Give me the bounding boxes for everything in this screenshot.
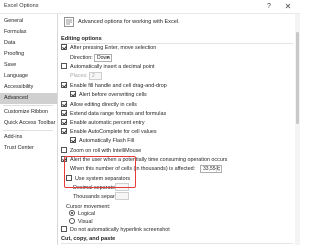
extend-formats-checkbox[interactable]: Extend data range formats and formulas [61,110,167,119]
direction-dropdown[interactable]: Down ▼ [94,54,112,62]
visual-label: Visual [78,219,93,225]
after-enter-label: After pressing Enter, move selection [70,45,157,51]
sidebar-item-general[interactable]: General [0,16,57,27]
window-title: Excel Options [4,3,39,9]
alert-overwrite-checkbox[interactable]: Alert before overwriting cells [70,91,147,100]
sidebar-item-customize-ribbon[interactable]: Customize Ribbon [0,107,57,118]
checkbox-box[interactable] [61,82,67,88]
chevron-down-icon: ▼ [105,55,110,60]
scrollbar-thumb[interactable] [296,32,299,124]
no-hyperlink-label: Do not automatically hyperlink screensho… [70,227,170,233]
sidebar-divider [3,105,53,106]
allow-editing-checkbox[interactable]: Allow editing directly in cells [61,101,137,110]
section-divider [61,243,293,244]
sidebar-item-proofing[interactable]: Proofing [0,49,57,60]
section-title-cut-copy: Cut, copy, and paste [61,236,116,242]
title-bar: Excel Options ? ✕ [0,0,300,14]
checkbox-box[interactable] [61,119,67,125]
section-title-editing: Editing options [61,36,102,42]
sidebar-item-trust-center[interactable]: Trust Center [0,143,57,154]
fill-handle-label: Enable fill handle and cell drag-and-dro… [70,83,167,89]
checkbox-box[interactable] [61,63,67,69]
autocomplete-checkbox[interactable]: Enable AutoComplete for cell values [61,128,157,137]
content-scrollbar[interactable] [295,14,300,245]
thousands-separator-input[interactable] [115,192,129,200]
zoom-roll-checkbox[interactable]: Zoom on roll with IntelliMouse [61,147,142,156]
auto-decimal-checkbox[interactable]: Automatically insert a decimal point [61,63,155,72]
places-input[interactable]: 2 [89,72,102,80]
flash-fill-label: Automatically Flash Fill [79,138,135,144]
direction-label: Direction: [70,55,93,61]
sidebar-item-data[interactable]: Data [0,38,57,49]
checkbox-box[interactable] [61,101,67,107]
sidebar-item-advanced[interactable]: Advanced [0,93,57,104]
sidebar-item-quick-access-toolbar[interactable]: Quick Access Toolbar [0,118,57,129]
places-label: Places: [70,73,88,79]
page-header: Advanced options for working with Excel. [78,19,180,25]
sidebar-item-add-ins[interactable]: Add-ins [0,132,57,143]
spinner-arrows-icon[interactable]: ▲ ▼ [216,166,221,172]
zoom-roll-label: Zoom on roll with IntelliMouse [70,148,142,154]
checkbox-box[interactable] [61,226,67,232]
allow-editing-label: Allow editing directly in cells [70,102,137,108]
radio-circle[interactable] [69,218,75,224]
checkbox-box[interactable] [61,44,67,50]
extend-formats-label: Extend data range formats and formulas [70,111,167,117]
alert-overwrite-label: Alert before overwriting cells [79,92,147,98]
sidebar-item-formulas[interactable]: Formulas [0,27,57,38]
fill-handle-checkbox[interactable]: Enable fill handle and cell drag-and-dro… [61,82,167,91]
auto-percent-checkbox[interactable]: Enable automatic percent entry [61,119,145,128]
close-button[interactable]: ✕ [282,2,294,12]
autocomplete-label: Enable AutoComplete for cell values [70,129,157,135]
checkbox-box[interactable] [70,137,76,143]
help-button[interactable]: ? [264,2,274,12]
sidebar-item-accessibility[interactable]: Accessibility [0,82,57,93]
checkbox-box[interactable] [61,147,67,153]
cells-thousands-input[interactable]: 33,554 ▲ ▼ [200,165,222,173]
sidebar-divider [3,130,53,131]
checkbox-box[interactable] [61,128,67,134]
red-highlight-box [64,156,136,188]
visual-radio[interactable]: Visual [69,218,93,227]
checkbox-box[interactable] [61,110,67,116]
places-value: 2 [92,73,95,79]
section-divider [61,43,293,44]
options-content: Advanced options for working with Excel.… [58,14,300,245]
options-sidebar: General Formulas Data Proofing Save Lang… [0,14,58,245]
after-enter-checkbox[interactable]: After pressing Enter, move selection [61,44,157,53]
radio-circle[interactable] [69,210,75,216]
options-gear-icon [64,17,74,27]
auto-decimal-label: Automatically insert a decimal point [70,64,155,70]
flash-fill-checkbox[interactable]: Automatically Flash Fill [70,137,135,146]
no-hyperlink-checkbox[interactable]: Do not automatically hyperlink screensho… [61,226,170,235]
checkbox-box[interactable] [70,91,76,97]
logical-label: Logical [78,211,96,217]
sidebar-item-save[interactable]: Save [0,60,57,71]
sidebar-item-language[interactable]: Language [0,71,57,82]
auto-percent-label: Enable automatic percent entry [70,120,145,126]
